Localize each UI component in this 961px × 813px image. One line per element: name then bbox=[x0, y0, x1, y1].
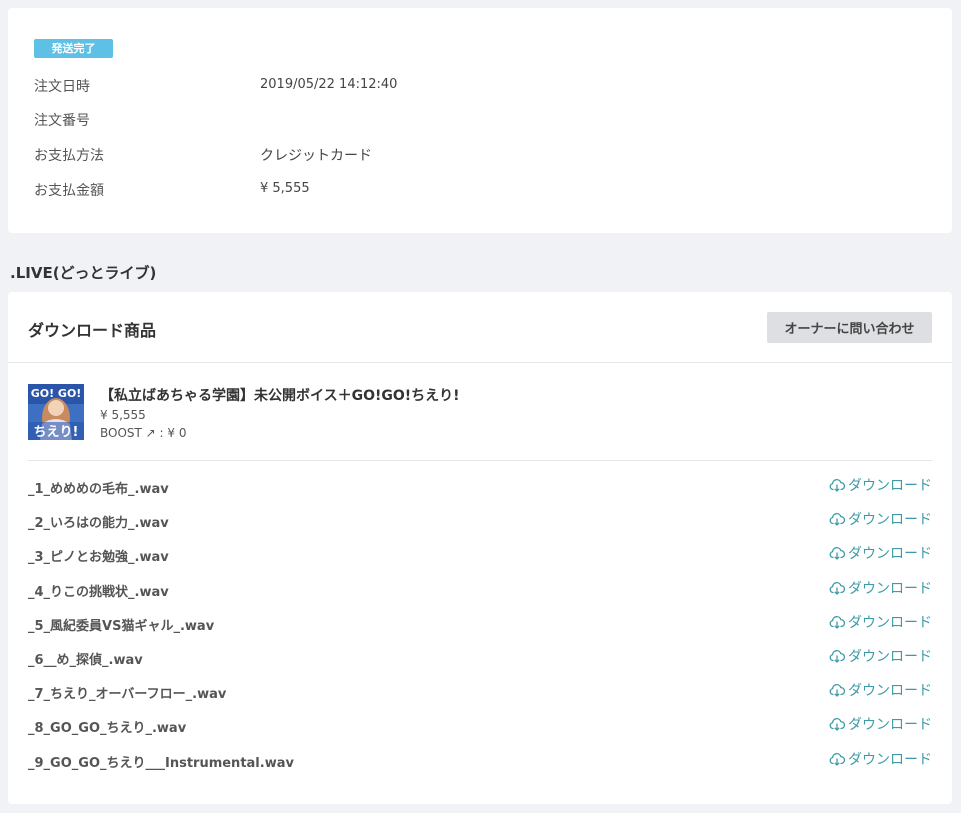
payment-amount-row: お支払金額 ¥ 5,555 bbox=[34, 180, 914, 200]
payment-amount-value: ¥ 5,555 bbox=[260, 181, 310, 196]
product-price: ¥ 5,555 bbox=[100, 408, 146, 422]
download-link[interactable]: ダウンロード bbox=[829, 714, 932, 734]
file-row: _1_めめめの毛布_.wav ダウンロード bbox=[28, 475, 932, 497]
order-number-row: 注文番号 bbox=[34, 110, 914, 130]
file-row: _5_風紀委員VS猫ギャル_.wav ダウンロード bbox=[28, 612, 932, 634]
status-badge: 発送完了 bbox=[34, 39, 113, 58]
cloud-download-icon bbox=[829, 614, 848, 630]
order-date-label: 注文日時 bbox=[34, 79, 90, 95]
file-name: _5_風紀委員VS猫ギャル_.wav bbox=[28, 618, 215, 634]
shop-name[interactable]: .LIVE(どっとライブ) bbox=[10, 262, 156, 283]
download-label: ダウンロード bbox=[848, 478, 932, 494]
payment-method-value: クレジットカード bbox=[260, 148, 372, 164]
file-name: _1_めめめの毛布_.wav bbox=[28, 482, 169, 497]
order-summary-card: 発送完了 注文日時 2019/05/22 14:12:40 注文番号 お支払方法… bbox=[8, 8, 952, 233]
file-row: _4_りこの挑戦状_.wav ダウンロード bbox=[28, 578, 932, 600]
download-link[interactable]: ダウンロード bbox=[829, 749, 932, 769]
download-label: ダウンロード bbox=[848, 614, 932, 631]
file-row: _9_GO_GO_ちえり___Instrumental.wav ダウンロード bbox=[28, 749, 932, 771]
download-label: ダウンロード bbox=[848, 546, 932, 563]
product-title[interactable]: 【私立ばあちゃる学園】未公開ボイス＋GO!GO!ちえり! bbox=[100, 385, 460, 405]
cloud-download-icon bbox=[829, 751, 848, 767]
file-name: _3_ピノとお勉強_.wav bbox=[28, 550, 169, 566]
order-number-label: 注文番号 bbox=[34, 113, 90, 129]
download-label: ダウンロード bbox=[848, 580, 932, 597]
download-link[interactable]: ダウンロード bbox=[829, 475, 932, 495]
cloud-download-icon bbox=[829, 477, 848, 493]
cloud-download-icon bbox=[829, 716, 848, 732]
download-link[interactable]: ダウンロード bbox=[829, 578, 932, 598]
download-link[interactable]: ダウンロード bbox=[829, 509, 932, 529]
file-row: _7_ちえり_オーバーフロー_.wav ダウンロード bbox=[28, 680, 932, 702]
file-row: _8_GO_GO_ちえり_.wav ダウンロード bbox=[28, 714, 932, 736]
cloud-download-icon bbox=[829, 545, 848, 561]
product-boost: BOOST ↗ : ¥ 0 bbox=[100, 426, 187, 440]
divider bbox=[28, 460, 932, 461]
file-name: _8_GO_GO_ちえり_.wav bbox=[28, 721, 187, 737]
thumbnail-text-top: GO! GO! bbox=[31, 387, 82, 400]
divider bbox=[8, 362, 952, 363]
section-title: ダウンロード商品 bbox=[28, 321, 157, 340]
file-row: _3_ピノとお勉強_.wav ダウンロード bbox=[28, 543, 932, 565]
download-link[interactable]: ダウンロード bbox=[829, 612, 932, 632]
payment-method-label: お支払方法 bbox=[34, 148, 104, 164]
download-products-card: ダウンロード商品 オーナーに問い合わせ GO! GO! ちえり! 【私立ばあちゃ… bbox=[8, 292, 952, 804]
order-date-row: 注文日時 2019/05/22 14:12:40 bbox=[34, 76, 914, 96]
cloud-download-icon bbox=[829, 648, 848, 664]
payment-amount-label: お支払金額 bbox=[34, 183, 104, 199]
download-link[interactable]: ダウンロード bbox=[829, 646, 932, 666]
payment-method-row: お支払方法 クレジットカード bbox=[34, 145, 914, 165]
file-name: _2_いろはの能力_.wav bbox=[28, 516, 169, 532]
cloud-download-icon bbox=[829, 511, 848, 527]
file-row: _2_いろはの能力_.wav ダウンロード bbox=[28, 509, 932, 531]
cloud-download-icon bbox=[829, 580, 848, 596]
file-name: _9_GO_GO_ちえり___Instrumental.wav bbox=[28, 755, 294, 771]
download-link[interactable]: ダウンロード bbox=[829, 680, 932, 700]
file-row: _6__め_探偵_.wav ダウンロード bbox=[28, 646, 932, 668]
thumbnail-text-bottom: ちえり! bbox=[34, 425, 79, 440]
order-date-value: 2019/05/22 14:12:40 bbox=[260, 77, 398, 92]
download-label: ダウンロード bbox=[848, 751, 932, 768]
file-name: _4_りこの挑戦状_.wav bbox=[28, 584, 169, 600]
download-label: ダウンロード bbox=[848, 717, 932, 734]
download-link[interactable]: ダウンロード bbox=[829, 543, 932, 563]
cloud-download-icon bbox=[829, 682, 848, 698]
download-label: ダウンロード bbox=[848, 683, 932, 700]
product-thumbnail: GO! GO! ちえり! bbox=[28, 384, 84, 440]
download-label: ダウンロード bbox=[848, 512, 932, 529]
download-label: ダウンロード bbox=[848, 649, 932, 665]
contact-owner-button[interactable]: オーナーに問い合わせ bbox=[767, 312, 932, 343]
file-name: _7_ちえり_オーバーフロー_.wav bbox=[28, 687, 227, 703]
file-name: _6__め_探偵_.wav bbox=[28, 653, 143, 668]
